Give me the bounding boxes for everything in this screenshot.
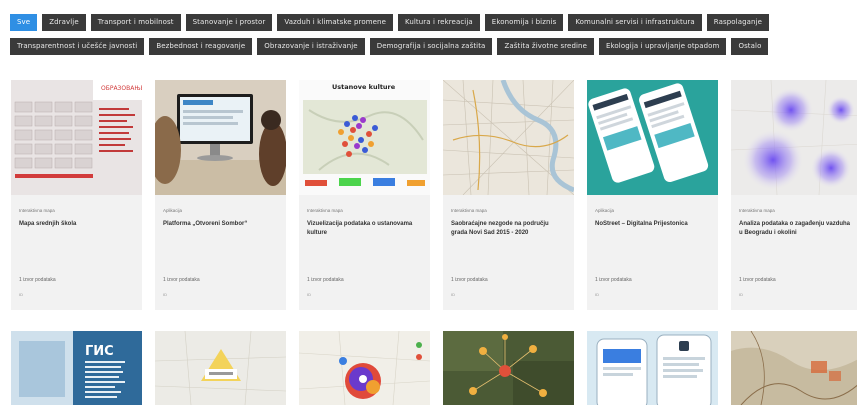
project-card[interactable]: Aplikacija Platforma „Otvoreni Sombor“ 1… xyxy=(155,80,286,310)
card-source-count: 1 izvor podataka xyxy=(19,277,56,283)
platform-photo-thumbnail xyxy=(155,80,286,195)
card-thumbnail xyxy=(443,80,574,195)
card-thumbnail: Ustanove kulture xyxy=(299,80,430,195)
project-card[interactable]: Interaktivna mapa Analiza podataka o zag… xyxy=(731,80,857,310)
svg-text:ОБРАЗОВАЊЕ: ОБРАЗОВАЊЕ xyxy=(101,85,142,92)
project-grid: ОБРАЗОВАЊЕ Interaktivna mapa Mapa srednj… xyxy=(11,80,857,310)
project-card-thumbnail[interactable]: ГИС xyxy=(11,331,142,405)
card-footer: ID xyxy=(19,292,23,297)
filter-chip-transparency[interactable]: Transparentnost i učešće javnosti xyxy=(10,38,145,55)
category-filters: Sve Zdravlje Transport i mobilnost Stano… xyxy=(10,14,850,62)
filter-chip-environment[interactable]: Zaštita životne sredine xyxy=(497,38,594,55)
cluster-map-thumbnail xyxy=(299,331,430,405)
card-category: Aplikacija xyxy=(595,208,615,213)
heatmap-thumbnail xyxy=(731,80,857,195)
filter-row-1: Sve Zdravlje Transport i mobilnost Stano… xyxy=(10,14,850,31)
filter-chip-demography[interactable]: Demografija i socijalna zaštita xyxy=(369,38,493,55)
project-card-thumbnail[interactable] xyxy=(731,331,857,405)
project-card-thumbnail[interactable] xyxy=(587,331,718,405)
card-category: Interaktivna mapa xyxy=(451,208,487,213)
card-source-count: 1 izvor podataka xyxy=(595,277,632,283)
filter-chip-economy[interactable]: Ekonomija i biznis xyxy=(484,14,564,31)
mobile-app-thumbnail xyxy=(587,80,718,195)
card-source-count: 1 izvor podataka xyxy=(307,277,344,283)
project-card-thumbnail[interactable] xyxy=(299,331,430,405)
filter-chip-services[interactable]: Komunalni servisi i infrastruktura xyxy=(568,14,702,31)
filter-chip-housing[interactable]: Stanovanje i prostor xyxy=(185,14,273,31)
gis-label: ГИС xyxy=(85,344,114,359)
card-title[interactable]: NoStreet – Digitalna Prijestonica xyxy=(595,220,710,229)
satellite-map-thumbnail xyxy=(443,331,574,405)
card-footer: ID xyxy=(451,292,455,297)
card-title[interactable]: Platforma „Otvoreni Sombor“ xyxy=(163,220,278,229)
card-source-count: 1 izvor podataka xyxy=(163,277,200,283)
filter-chip-allocation[interactable]: Raspolaganje xyxy=(706,14,770,31)
card-footer: ID xyxy=(739,292,743,297)
card-title[interactable]: Vizuelizacija podataka o ustanovama kult… xyxy=(307,220,422,238)
card-footer: ID xyxy=(307,292,311,297)
project-card[interactable]: Ustanove kulture Interaktivna mapa Vizue… xyxy=(299,80,430,310)
filter-chip-health[interactable]: Zdravlje xyxy=(42,14,86,31)
card-footer: ID xyxy=(163,292,167,297)
card-category: Aplikacija xyxy=(163,208,183,213)
filter-chip-education[interactable]: Obrazovanje i istraživanje xyxy=(257,38,365,55)
filter-chip-ecology[interactable]: Ekologija i upravljanje otpadom xyxy=(599,38,727,55)
school-map-thumbnail: ОБРАЗОВАЊЕ xyxy=(11,80,142,195)
card-title[interactable]: Saobraćajne nezgode na području grada No… xyxy=(451,220,566,238)
road-map-thumbnail xyxy=(443,80,574,195)
project-card-thumbnail[interactable] xyxy=(155,331,286,405)
project-grid-row-2: ГИС xyxy=(11,331,857,405)
filter-chip-culture[interactable]: Kultura i rekreacija xyxy=(397,14,480,31)
filter-chip-all[interactable]: Sve xyxy=(10,14,38,31)
filter-row-2: Transparentnost i učešće javnosti Bezbed… xyxy=(10,38,850,55)
card-thumbnail xyxy=(587,80,718,195)
card-category: Interaktivna mapa xyxy=(19,208,55,213)
project-card[interactable]: ОБРАЗОВАЊЕ Interaktivna mapa Mapa srednj… xyxy=(11,80,142,310)
thumbnail-caption: Ustanove kulture xyxy=(332,83,396,91)
project-card[interactable]: Interaktivna mapa Saobraćajne nezgode na… xyxy=(443,80,574,310)
card-footer: ID xyxy=(595,292,599,297)
filter-chip-air[interactable]: Vazduh i klimatske promene xyxy=(277,14,393,31)
card-source-count: 1 izvor podataka xyxy=(451,277,488,283)
filter-chip-other[interactable]: Ostalo xyxy=(731,38,769,55)
gis-thumbnail: ГИС xyxy=(11,331,142,405)
project-card[interactable]: Aplikacija NoStreet – Digitalna Prijesto… xyxy=(587,80,718,310)
culture-map-thumbnail: Ustanove kulture xyxy=(299,80,430,195)
card-thumbnail xyxy=(155,80,286,195)
project-card-thumbnail[interactable] xyxy=(443,331,574,405)
card-title[interactable]: Analiza podataka o zagađenju vazduha u B… xyxy=(739,220,854,238)
terrain-map-thumbnail xyxy=(731,331,857,405)
card-source-count: 1 izvor podataka xyxy=(739,277,776,283)
card-thumbnail xyxy=(731,80,857,195)
filter-chip-transport[interactable]: Transport i mobilnost xyxy=(90,14,181,31)
phones-thumbnail xyxy=(587,331,718,405)
pin-map-thumbnail xyxy=(155,331,286,405)
card-category: Interaktivna mapa xyxy=(307,208,343,213)
card-thumbnail: ОБРАЗОВАЊЕ xyxy=(11,80,142,195)
filter-chip-safety[interactable]: Bezbednost i reagovanje xyxy=(149,38,253,55)
card-title[interactable]: Mapa srednjih škola xyxy=(19,220,134,229)
card-category: Interaktivna mapa xyxy=(739,208,775,213)
